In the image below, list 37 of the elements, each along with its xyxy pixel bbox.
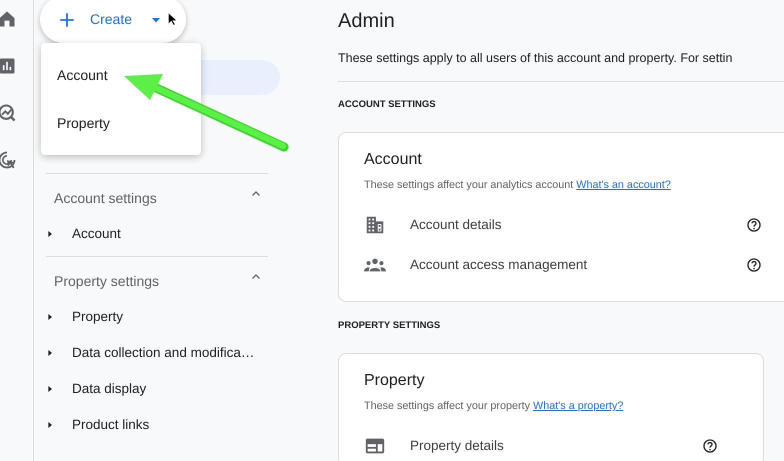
help-icon[interactable] bbox=[702, 438, 718, 454]
menu-item[interactable]: Property bbox=[41, 99, 201, 147]
section-header: Property settings bbox=[54, 272, 160, 291]
settings-link[interactable]: Property details bbox=[410, 436, 702, 456]
caret-right-icon bbox=[46, 421, 54, 429]
caret-right-icon bbox=[46, 313, 54, 321]
help-link[interactable]: What's an account? bbox=[576, 179, 671, 191]
bar-chart-icon[interactable] bbox=[0, 56, 17, 76]
card-title: Property bbox=[364, 371, 426, 391]
trend-icon[interactable] bbox=[0, 103, 17, 123]
menu-item[interactable]: Account bbox=[41, 51, 201, 99]
help-icon[interactable] bbox=[746, 217, 762, 233]
sidebar-item[interactable]: Data display bbox=[46, 371, 268, 407]
building-icon bbox=[364, 214, 386, 236]
create-button[interactable]: Create bbox=[40, 0, 186, 43]
caret-right-icon bbox=[46, 230, 54, 238]
section-heading: ACCOUNT SETTINGS bbox=[338, 98, 437, 112]
sidebar-item[interactable]: Account bbox=[46, 216, 268, 252]
home-icon[interactable] bbox=[0, 9, 17, 29]
settings-link[interactable]: Account access management bbox=[410, 254, 746, 276]
settings-link[interactable]: Account details bbox=[410, 214, 746, 236]
sidebar-item[interactable]: Product links bbox=[46, 407, 268, 443]
target-cursor-icon[interactable] bbox=[0, 150, 17, 170]
caret-right-icon bbox=[46, 385, 54, 393]
section-heading: PROPERTY SETTINGS bbox=[338, 319, 442, 333]
sidebar-item[interactable]: Property bbox=[46, 299, 268, 335]
plus-icon bbox=[58, 10, 76, 28]
page-title: Admin bbox=[338, 9, 396, 34]
help-icon[interactable] bbox=[746, 257, 762, 273]
card-description: These settings affect your analytics account What's an account? bbox=[364, 178, 672, 193]
page-description: These settings apply to all users of this account and property. For settin bbox=[338, 50, 734, 67]
section-header: Account settings bbox=[54, 189, 157, 208]
card-title: Account bbox=[364, 150, 423, 170]
caret-right-icon bbox=[46, 349, 54, 357]
card-description: These settings affect your property What's a property? bbox=[364, 399, 624, 414]
sidebar-item[interactable]: Data collection and modifica… bbox=[46, 335, 268, 371]
help-link[interactable]: What's a property? bbox=[533, 400, 624, 412]
